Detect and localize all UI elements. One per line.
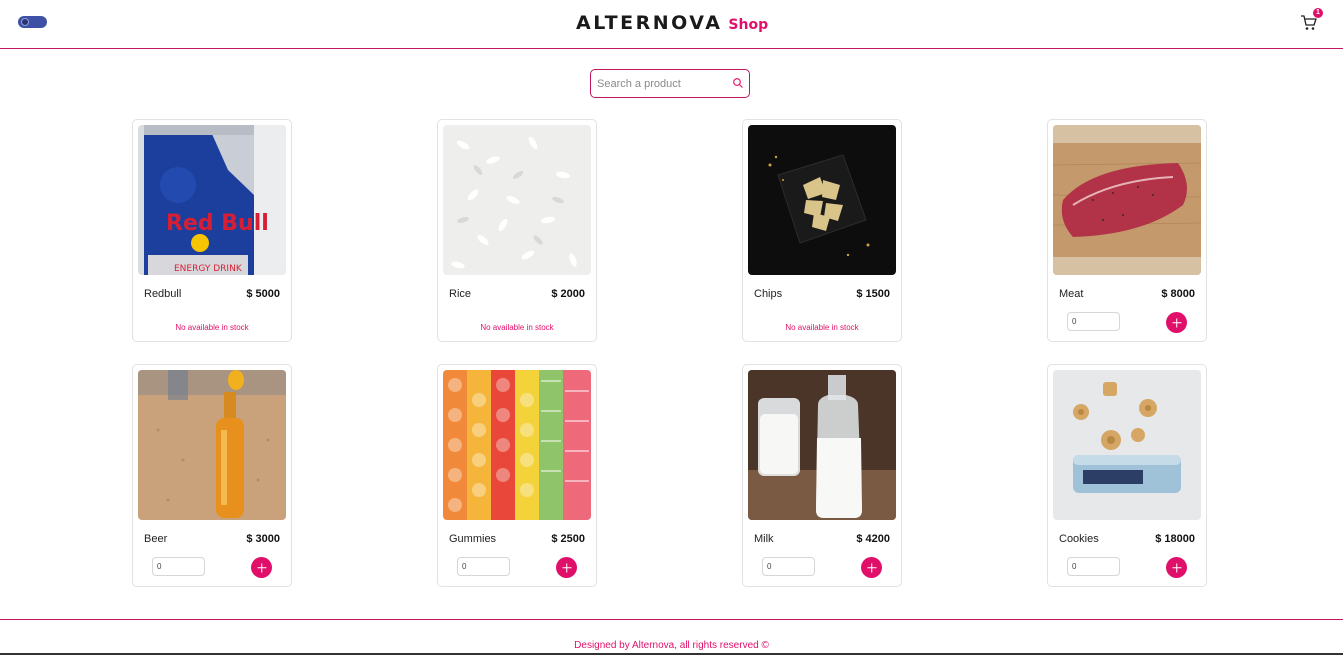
search-box — [590, 69, 750, 98]
product-name: Chips — [754, 288, 783, 300]
quantity-input[interactable] — [152, 557, 205, 576]
add-to-cart-button[interactable] — [251, 557, 272, 578]
product-image-meat — [1053, 125, 1201, 275]
product-card-meat: Meat $ 8000 — [1047, 119, 1207, 342]
cart-count-badge: 1 — [1313, 8, 1323, 18]
search-icon[interactable] — [732, 77, 744, 89]
theme-toggle[interactable] — [18, 16, 47, 28]
add-to-cart-button[interactable] — [556, 557, 577, 578]
svg-text:Red Bull: Red Bull — [166, 211, 269, 236]
product-card-rice: Rice $ 2000 No available in stock — [437, 119, 597, 342]
out-of-stock-message: No available in stock — [480, 323, 554, 332]
product-image-chips — [748, 125, 896, 275]
product-image-beer — [138, 370, 286, 520]
quantity-input[interactable] — [1067, 312, 1120, 331]
product-price: $ 18000 — [1155, 533, 1195, 545]
product-price: $ 3000 — [246, 533, 280, 545]
brand-name: ALTERNOVA — [576, 12, 723, 34]
footer-text: Designed by Alternova, all rights reserv… — [574, 640, 769, 651]
product-name: Milk — [754, 533, 774, 545]
quantity-input[interactable] — [762, 557, 815, 576]
product-price: $ 8000 — [1161, 288, 1195, 300]
product-name: Beer — [144, 533, 168, 545]
brand-logo[interactable]: ALTERNOVA Shop — [576, 12, 768, 36]
product-price: $ 5000 — [246, 288, 280, 300]
product-name: Redbull — [144, 288, 182, 300]
product-price: $ 2000 — [551, 288, 585, 300]
product-image-cookies — [1053, 370, 1201, 520]
brand-suffix: Shop — [728, 17, 769, 33]
add-to-cart-button[interactable] — [1166, 557, 1187, 578]
toggle-knob — [21, 18, 29, 26]
product-card-redbull: Red Bull ENERGY DRINK Redbull $ 5000 No … — [132, 119, 292, 342]
product-card-cookies: Cookies $ 18000 — [1047, 364, 1207, 587]
product-card-gummies: Gummies $ 2500 — [437, 364, 597, 587]
product-image-redbull: Red Bull ENERGY DRINK — [138, 125, 286, 275]
product-name: Meat — [1059, 288, 1084, 300]
product-image-milk — [748, 370, 896, 520]
out-of-stock-message: No available in stock — [175, 323, 249, 332]
search-input[interactable] — [597, 76, 727, 92]
add-to-cart-button[interactable] — [861, 557, 882, 578]
svg-text:ENERGY DRINK: ENERGY DRINK — [174, 264, 243, 274]
product-price: $ 4200 — [856, 533, 890, 545]
add-to-cart-button[interactable] — [1166, 312, 1187, 333]
product-card-milk: Milk $ 4200 — [742, 364, 902, 587]
header: ALTERNOVA Shop 1 — [0, 0, 1343, 49]
product-price: $ 2500 — [551, 533, 585, 545]
quantity-input[interactable] — [1067, 557, 1120, 576]
product-name: Cookies — [1059, 533, 1099, 545]
product-name: Rice — [449, 288, 472, 300]
out-of-stock-message: No available in stock — [785, 323, 859, 332]
quantity-input[interactable] — [457, 557, 510, 576]
product-card-chips: Chips $ 1500 No available in stock — [742, 119, 902, 342]
product-name: Gummies — [449, 533, 497, 545]
product-price: $ 1500 — [856, 288, 890, 300]
product-card-beer: Beer $ 3000 — [132, 364, 292, 587]
product-image-rice — [443, 125, 591, 275]
product-image-gummies — [443, 370, 591, 520]
footer-divider — [0, 619, 1343, 620]
